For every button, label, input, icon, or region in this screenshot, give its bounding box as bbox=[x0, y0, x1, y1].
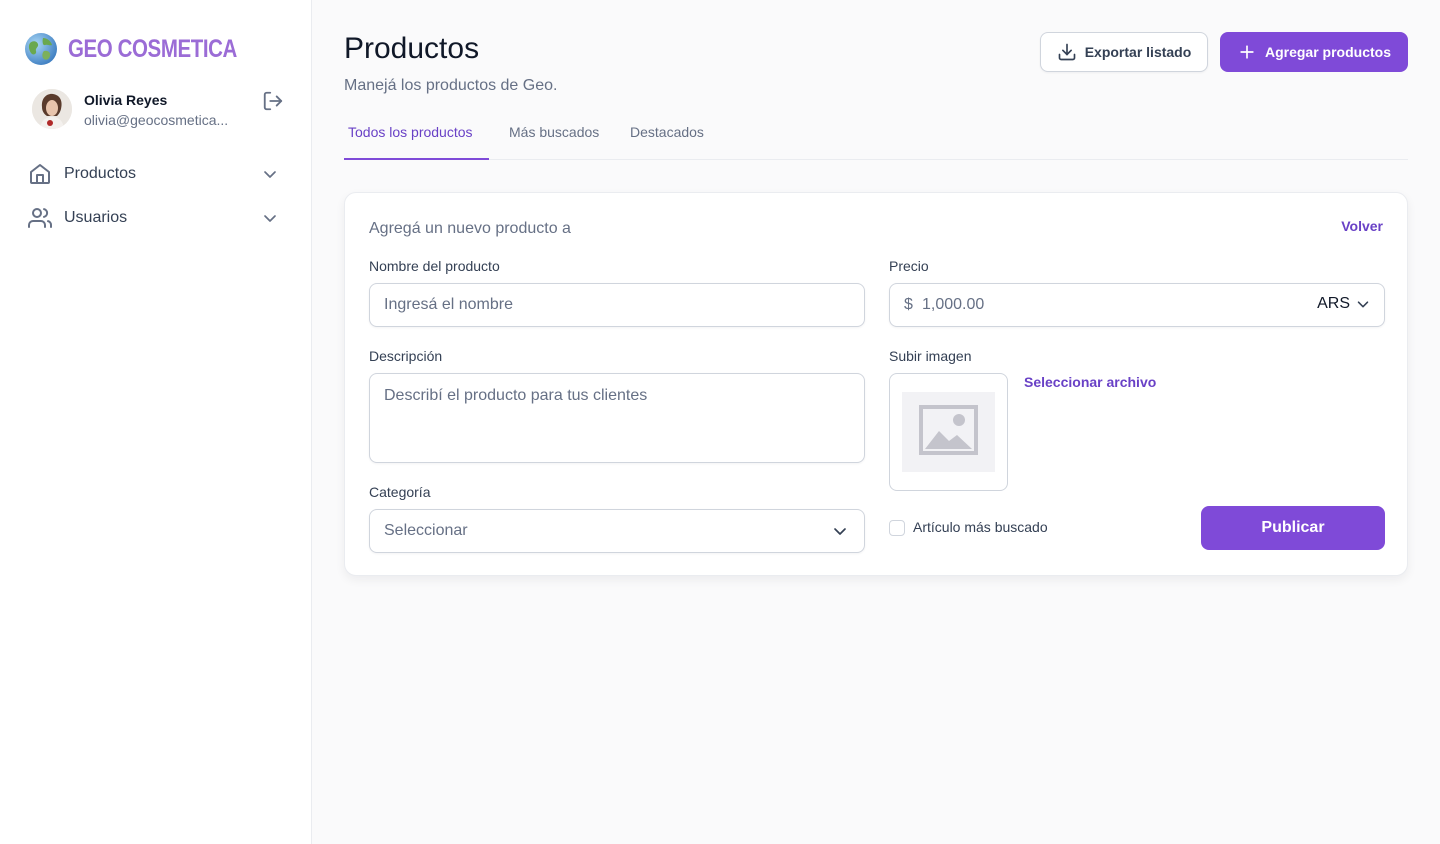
sidebar-item-label: Usuarios bbox=[64, 209, 128, 226]
plus-icon bbox=[1240, 45, 1254, 59]
publish-button[interactable]: Publicar bbox=[1201, 506, 1385, 550]
currency-value: ARS bbox=[1317, 295, 1350, 312]
tab-mas-buscados[interactable]: Más buscados bbox=[509, 114, 599, 160]
globe-icon bbox=[25, 33, 57, 65]
logout-icon[interactable] bbox=[262, 90, 284, 112]
tab-bar: Todos los productos Más buscados Destaca… bbox=[344, 114, 1408, 160]
price-label: Precio bbox=[889, 258, 929, 274]
sidebar-nav: Productos Usuarios bbox=[24, 152, 288, 240]
image-placeholder bbox=[902, 392, 995, 472]
price-field[interactable]: $ 1,000.00 ARS bbox=[889, 283, 1385, 327]
chevron-down-icon[interactable] bbox=[260, 208, 280, 228]
page-title: Productos bbox=[344, 32, 480, 65]
category-value: Seleccionar bbox=[384, 522, 468, 539]
form-title: Agregá un nuevo producto a bbox=[369, 220, 571, 237]
sidebar-item-productos[interactable]: Productos bbox=[24, 152, 288, 196]
chevron-down-icon[interactable] bbox=[260, 164, 280, 184]
sidebar: GEO COSMETICA Olivia Reyes olivia@geocos… bbox=[0, 0, 312, 844]
export-list-label: Exportar listado bbox=[1084, 44, 1192, 60]
home-icon bbox=[30, 164, 50, 184]
sidebar-item-label: Productos bbox=[64, 165, 137, 182]
image-preview[interactable] bbox=[889, 373, 1008, 491]
select-file-link[interactable]: Seleccionar archivo bbox=[1024, 374, 1156, 390]
user-profile: Olivia Reyes olivia@geocosmetica... bbox=[32, 89, 284, 131]
tab-destacados[interactable]: Destacados bbox=[630, 114, 704, 160]
sidebar-item-usuarios[interactable]: Usuarios bbox=[24, 196, 288, 240]
download-icon bbox=[1058, 43, 1076, 61]
brand-name: GEO COSMETICA bbox=[68, 34, 237, 63]
currency-select[interactable]: ARS bbox=[1317, 295, 1372, 313]
page-subtitle: Manejá los productos de Geo. bbox=[344, 77, 558, 94]
export-list-button[interactable]: Exportar listado bbox=[1040, 32, 1208, 72]
add-products-button[interactable]: Agregar productos bbox=[1220, 32, 1408, 72]
featured-checkbox-label: Artículo más buscado bbox=[913, 519, 1048, 535]
description-textarea[interactable] bbox=[369, 373, 865, 463]
product-name-label: Nombre del producto bbox=[369, 258, 500, 274]
users-icon bbox=[28, 208, 52, 228]
main-content: Productos Manejá los productos de Geo. E… bbox=[312, 0, 1440, 844]
user-email: olivia@geocosmetica... bbox=[84, 112, 229, 128]
category-select[interactable]: Seleccionar bbox=[369, 509, 865, 553]
back-link[interactable]: Volver bbox=[1341, 218, 1383, 234]
product-name-input[interactable] bbox=[369, 283, 865, 327]
user-name: Olivia Reyes bbox=[84, 92, 168, 108]
category-label: Categoría bbox=[369, 484, 431, 500]
image-icon bbox=[919, 405, 978, 455]
avatar-image bbox=[32, 89, 72, 129]
tab-todos-los-productos[interactable]: Todos los productos bbox=[344, 114, 489, 160]
add-products-label: Agregar productos bbox=[1264, 44, 1391, 60]
upload-image-label: Subir imagen bbox=[889, 348, 972, 364]
currency-symbol: $ bbox=[904, 296, 913, 313]
chevron-down-icon bbox=[834, 528, 846, 535]
featured-checkbox[interactable] bbox=[889, 520, 905, 536]
brand-logo[interactable]: GEO COSMETICA bbox=[24, 32, 274, 66]
new-product-form: Agregá un nuevo producto a Volver Nombre… bbox=[344, 192, 1408, 576]
chevron-down-icon bbox=[1357, 301, 1369, 308]
description-label: Descripción bbox=[369, 348, 443, 364]
price-input-placeholder: 1,000.00 bbox=[922, 296, 985, 313]
avatar[interactable] bbox=[32, 89, 72, 129]
